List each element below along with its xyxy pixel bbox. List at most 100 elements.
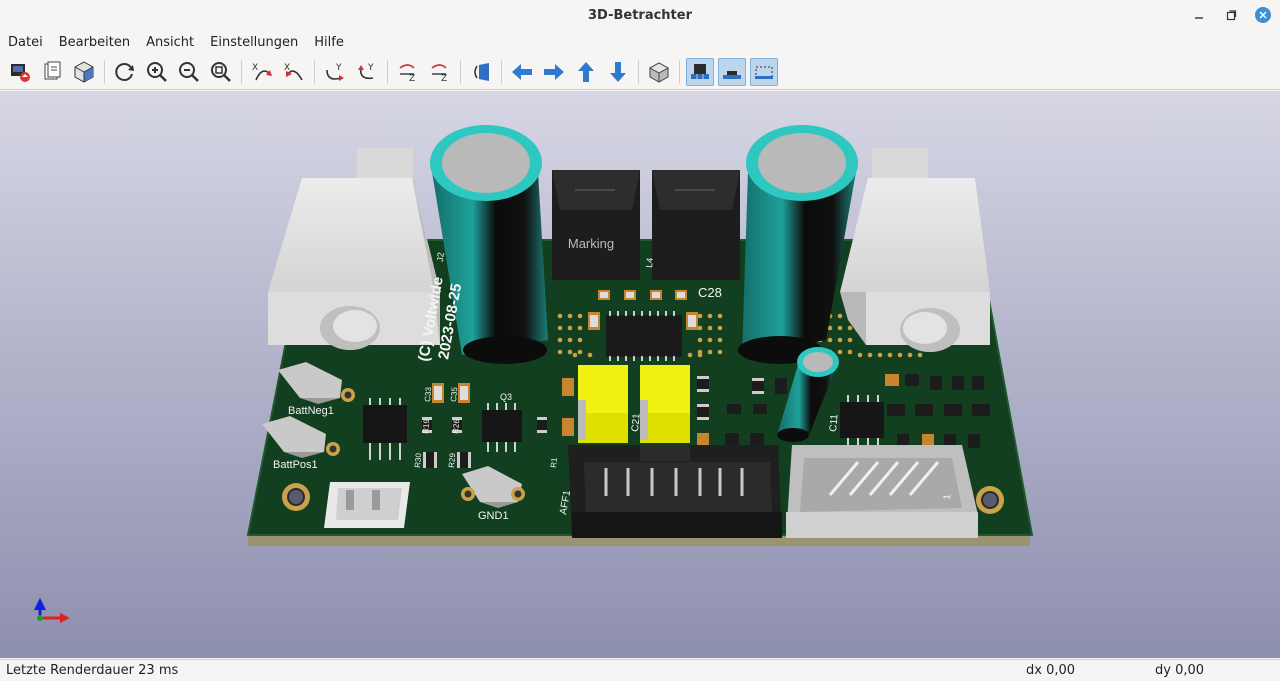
rotate-z-cw-icon: Z <box>399 64 415 84</box>
flip-board-icon <box>474 63 489 81</box>
zoom-out-button[interactable] <box>175 58 203 86</box>
menu-preferences[interactable]: Einstellungen <box>202 35 306 50</box>
label-c28: C28 <box>698 285 722 300</box>
close-button[interactable] <box>1254 6 1272 24</box>
reload-button[interactable] <box>111 58 139 86</box>
jack-left <box>268 148 440 350</box>
show-tht-button[interactable] <box>686 58 714 86</box>
view-3d-button[interactable] <box>645 58 673 86</box>
rotate-y-cw-icon: Y <box>326 63 344 81</box>
show-tht-icon <box>691 64 709 79</box>
status-bar: Letzte Renderdauer 23 ms dx 0,00 dy 0,00 <box>0 659 1280 681</box>
rotate-y-ccw-icon: Y <box>358 63 374 80</box>
label-q3: Q3 <box>500 392 512 402</box>
toolbar-separator <box>501 60 502 84</box>
menu-help[interactable]: Hilfe <box>306 35 352 50</box>
minimize-button[interactable] <box>1190 6 1208 24</box>
toolbar-separator <box>387 60 388 84</box>
label-battpos: BattPos1 <box>273 459 318 471</box>
render-raytrace-icon <box>74 61 94 83</box>
rotate-z-cw-button[interactable]: Z <box>394 58 422 86</box>
move-up-button[interactable] <box>572 58 600 86</box>
rotate-x-ccw-icon: X <box>284 63 303 81</box>
show-smd-icon <box>723 71 741 79</box>
maximize-icon <box>1226 10 1237 21</box>
move-right-button[interactable] <box>540 58 568 86</box>
toolbar-separator <box>638 60 639 84</box>
title-bar: 3D-Betrachter <box>0 0 1280 30</box>
rotate-z-ccw-icon: Z <box>431 64 447 84</box>
export-image-icon <box>11 64 30 82</box>
3d-viewport[interactable]: Marking (C) Voltwide 2023-08-25 J2 L4 C2… <box>0 91 1280 658</box>
menu-file[interactable]: Datei <box>0 35 51 50</box>
zoom-out-icon <box>179 62 199 82</box>
zoom-in-button[interactable] <box>143 58 171 86</box>
copy-to-clipboard-button[interactable] <box>38 58 66 86</box>
rotate-x-ccw-button[interactable]: X <box>280 58 308 86</box>
view-3d-icon <box>648 62 670 83</box>
move-left-icon <box>512 64 532 80</box>
move-down-icon <box>610 62 626 82</box>
label-j2: J2 <box>435 252 446 262</box>
label-c11: C11 <box>828 413 841 432</box>
pcb-3d-render: Marking (C) Voltwide 2023-08-25 J2 L4 C2… <box>34 125 1034 623</box>
rotate-y-ccw-button[interactable]: Y <box>353 58 381 86</box>
reload-icon <box>115 63 134 81</box>
move-left-button[interactable] <box>508 58 536 86</box>
show-smd-button[interactable] <box>718 58 746 86</box>
menu-bar: Datei Bearbeiten Ansicht Einstellungen H… <box>0 30 1280 54</box>
toolbar-separator <box>104 60 105 84</box>
jack-right <box>840 148 990 352</box>
copy-to-clipboard-icon <box>44 61 61 80</box>
toolbar-separator <box>679 60 680 84</box>
render-time: Letzte Renderdauer 23 ms <box>6 663 179 678</box>
label-r26: R26 <box>451 418 461 434</box>
label-r30: R30 <box>413 452 423 468</box>
label-c33: C33 <box>423 386 433 402</box>
window-title: 3D-Betrachter <box>588 7 692 23</box>
zoom-fit-icon <box>211 62 231 82</box>
inductor-left: Marking <box>552 170 640 280</box>
label-c21: C21 <box>630 413 643 433</box>
close-icon <box>1255 7 1271 23</box>
label-r1: R1 <box>549 457 559 469</box>
svg-text:X: X <box>252 63 258 73</box>
svg-text:Y: Y <box>335 63 342 73</box>
rotate-x-cw-icon: X <box>252 63 272 81</box>
svg-text:X: X <box>284 63 290 73</box>
label-r29: R29 <box>447 452 457 468</box>
export-image-button[interactable] <box>6 58 34 86</box>
rotate-x-cw-button[interactable]: X <box>248 58 276 86</box>
move-up-icon <box>578 62 594 82</box>
minimize-icon <box>1195 17 1203 19</box>
label-battneg: BattNeg1 <box>288 405 334 417</box>
render-raytrace-button[interactable] <box>70 58 98 86</box>
dy-readout: dy 0,00 <box>1155 663 1205 678</box>
move-right-icon <box>544 64 564 80</box>
flip-board-button[interactable] <box>467 58 495 86</box>
inductor-right <box>652 170 740 280</box>
dx-readout: dx 0,00 <box>1026 663 1076 678</box>
label-gnd: GND1 <box>478 510 509 522</box>
label-c35: C35 <box>449 386 459 402</box>
svg-text:Z: Z <box>441 74 447 84</box>
show-virtual-icon <box>755 66 773 79</box>
rotate-y-cw-button[interactable]: Y <box>321 58 349 86</box>
toolbar-separator <box>314 60 315 84</box>
window-controls <box>1190 0 1272 30</box>
inductor-marking: Marking <box>568 236 614 251</box>
move-down-button[interactable] <box>604 58 632 86</box>
maximize-button[interactable] <box>1222 6 1240 24</box>
label-r19: R19 <box>421 418 431 434</box>
svg-text:Y: Y <box>367 63 374 73</box>
show-virtual-button[interactable] <box>750 58 778 86</box>
axis-indicator <box>34 598 70 623</box>
header-black <box>568 445 782 538</box>
menu-edit[interactable]: Bearbeiten <box>51 35 138 50</box>
menu-view[interactable]: Ansicht <box>138 35 202 50</box>
main-toolbar: X X Y Y Z Z <box>0 55 1280 90</box>
rotate-z-ccw-button[interactable]: Z <box>426 58 454 86</box>
toolbar-separator <box>241 60 242 84</box>
zoom-fit-button[interactable] <box>207 58 235 86</box>
label-l4: L4 <box>644 257 655 268</box>
